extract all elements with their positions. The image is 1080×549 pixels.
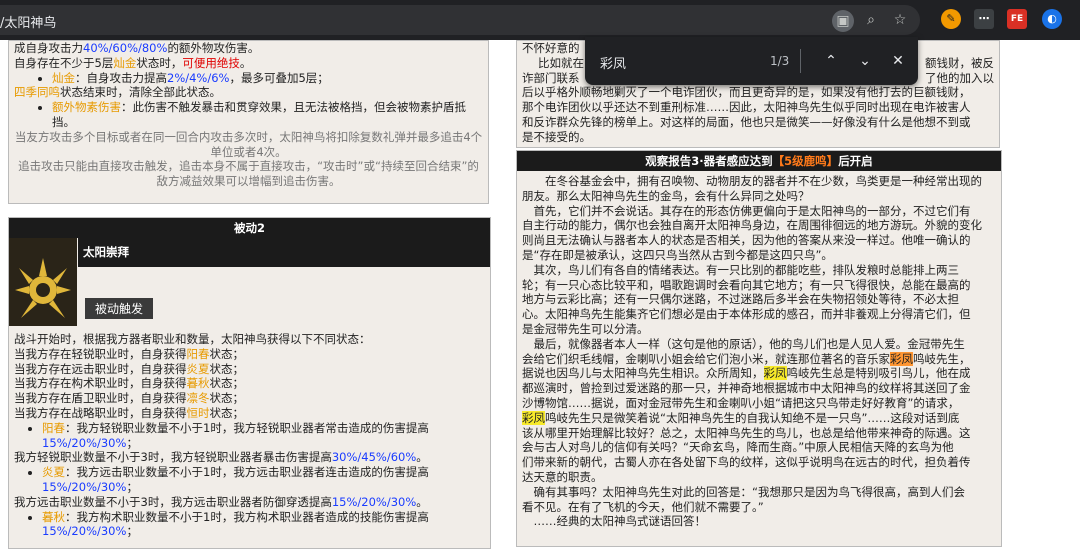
story-line: 都巡演时，曾捡到过爱迷路的那一只，并神奇地根据城市中太阳神鸟的纹样将其送回了金 (522, 381, 971, 396)
find-close-icon[interactable]: ✕ (888, 51, 908, 71)
list-item: 额外物素伤害：此伤害不触发暴击和贯穿效果，且无法被格挡，但会被物素护盾抵挡。 (52, 100, 483, 130)
story-line: 后以乎格外顺畅地剿灭了一个电诈团伙，而且更奇异的是，如果没有他打去的巨额钱财， (522, 85, 971, 100)
list-item: 暮秋：我方构术职业数量不小于1时，我方构术职业器者造成的技能伤害提高15%/20… (42, 510, 485, 540)
report-header: 观察报告3·器者感应达到【5级鹿鸣】后开启 (517, 151, 1001, 171)
story-line: 彩凤鸣岐先生只是微笑着说“太阳神鸟先生的自我认知绝不是一只鸟”……这段对话到底 (522, 410, 960, 425)
story-line: 自主行动的能力，偶尔也会独自离开太阳神鸟身边，在周围徘徊远的地方游玩。外貌的变化 (522, 218, 982, 233)
story-line: 则尚且无法确认与器者本人的状态是否相关，因为他的答案从来没一样过。他唯一确认的 (522, 233, 971, 248)
story-line: 那个电诈团伙以乎还达不到重刑标准……因此，太阳神鸟先生似乎同时出现在电诈被害人 (522, 100, 971, 115)
skill-details-panel: 成自身攻击力40%/60%/80%的额外物攻伤害。 自身存在不少于5层灿金状态时… (8, 40, 489, 204)
state-line: 我方远击职业数量不小于3时，我方远击职业器者防御穿透提高15%/20%/30%。 (14, 494, 428, 509)
story-line: 达天意的职责。 (522, 469, 603, 484)
bookmark-star-icon[interactable]: ☆ (890, 10, 910, 30)
find-bar: 彩凤 1/3 ⌃ ⌄ ✕ (585, 37, 918, 85)
list-item: 炎夏：我方远击职业数量不小于1时，我方远击职业器者连击造成的伤害提高15%/20… (42, 465, 485, 495)
skill-info: 太阳崇拜 被动触发 (9, 238, 490, 328)
state-line: 当我方存在盾卫职业时，自身获得凛冬状态； (14, 391, 244, 406)
skill-line-2: 自身存在不少于5层灿金状态时，可便用绝技。 (14, 55, 252, 70)
list-item: 阳春：我方轻锐职业数量不小于1时，我方轻锐职业器者常击造成的伤害提高15%/20… (42, 421, 485, 451)
story-line: 最后，就像器者本人一样（这句是他的原话），他的鸟儿们也是人见人爱。金冠带先生 (533, 336, 965, 351)
story-line: 首先，它们并不会说话。其存在的形态仿佛更偏向于是太阳神鸟的一部分，不过它们有 (533, 203, 971, 218)
story-line: 据说也因鸟儿与太阳神鸟先生相识。众所周知，彩凤鸣岐先生总是特别吸引鸟儿，他在成 (522, 366, 971, 381)
story-line: 其次，鸟儿们有各自的情绪表达。有一只比别的都能吃些，排队发粮时总能排上两三 (533, 262, 960, 277)
extension-fe-icon[interactable]: FE (1007, 9, 1027, 29)
story-line: 和反诈群众先锋的榜单上。对这样的局面，他也只是微笑——好像没有什么是他想不到或 (522, 114, 971, 129)
story-line: 看不见。在有了飞机的今天，他们就不需要了。” (522, 499, 764, 514)
note-text: 当友方攻击多个目标或者在同一回合内攻击多次时，太阳神鸟将扣除复数礼弹并最多追击4… (14, 129, 483, 159)
passive-description: 战斗开始时，根据我方器者职业和数量，太阳神鸟获得以下不同状态： 当我方存在轻锐职… (9, 328, 490, 539)
address-url[interactable]: /太阳神鸟 (0, 12, 56, 31)
address-bar[interactable]: /太阳神鸟 ▣ ⌕ ☆ (0, 5, 920, 35)
story-line: 朋友。那么太阳神鸟先生的金鸟，会有什么异同之处吗？ (522, 188, 810, 203)
reader-mode-icon[interactable]: ▣ (832, 10, 854, 32)
state-line: 当我方存在构术职业时，自身获得暮秋状态； (14, 376, 244, 391)
find-next-icon[interactable]: ⌄ (855, 51, 875, 71)
story-line: 会给它们织毛线帽，金喇叭小姐会给它们泡小米，就连那位著名的音乐家彩凤鸣岐先生， (522, 351, 971, 366)
passive-skill-panel: 被动2 太阳崇拜 被动触发 战斗开始时，根据我方器者职业和数量，太阳神鸟获得以下… (8, 217, 491, 549)
find-match: 彩凤 (763, 366, 787, 381)
story-line: 们带来新的朝代，古蜀人亦在各处留下鸟的纹样，这似乎说明鸟在远古的时代，担负着传 (522, 455, 971, 470)
find-previous-icon[interactable]: ⌃ (821, 51, 841, 71)
extension-menu-icon[interactable]: ⋯ (974, 9, 994, 29)
find-match-current: 彩凤 (890, 351, 913, 366)
report-body: 在冬谷基金会中，拥有召唤物、动物朋友的器者并不在少数，鸟类更是一种经常出现的 朋… (517, 171, 1001, 529)
state-line: 我方轻锐职业数量不小于3时，我方轻锐职业器者暴击伤害提高30%/45%/60%。 (14, 450, 428, 465)
passive-intro: 战斗开始时，根据我方器者职业和数量，太阳神鸟获得以下不同状态： (14, 332, 371, 346)
skill-line-3: 四季同鸣状态结束时，清除全部此状态。 (14, 85, 221, 100)
find-match-count: 1/3 (770, 54, 790, 68)
skill-line-1: 成自身攻击力40%/60%/80%的额外物攻伤害。 (14, 41, 260, 55)
story-line: 轮；有一只心态比较平和，唱歌跑调时会看向其它地方；有一只飞得很快，总能在最高的 (522, 277, 971, 292)
state-line: 当我方存在战略职业时，自身获得恒时状态； (14, 405, 244, 420)
story-line: 在冬谷基金会中，拥有召唤物、动物朋友的器者并不在少数，鸟类更是一种经常出现的 (545, 174, 982, 188)
state-line: 当我方存在远击职业时，自身获得炎夏状态； (14, 361, 244, 376)
story-line: ……经典的太阳神鸟式谜语回答！ (533, 514, 707, 529)
extension-badge-icon[interactable]: ◐ (1042, 9, 1062, 29)
find-input[interactable]: 彩凤 (600, 53, 626, 72)
section-header: 被动2 (9, 218, 490, 238)
story-line: 沙博物馆……据说，面对金冠带先生和金喇叭小姐“请把这只鸟带走好好教育”的请求， (522, 395, 960, 410)
skill-tag-badge: 被动触发 (85, 298, 154, 319)
story-line: 是金冠带先生可以分清。 (522, 321, 649, 336)
extension-icon[interactable]: ✎ (941, 9, 961, 29)
page-right-margin (1050, 40, 1080, 539)
story-line: 地方与云彩比高；还有一只偶尔迷路，不过迷路后多半会在失物招领处等待，不必太担 (522, 292, 959, 307)
story-line: 会与古人对鸟儿的信仰有关吗？“天命玄鸟，降而生商。”中原人民相信天降的玄鸟为他 (522, 440, 954, 455)
skill-name: 太阳崇拜 (78, 238, 490, 267)
skill-icon (9, 238, 77, 326)
story-line: 是不接受的。 (522, 129, 591, 144)
observation-report-panel: 观察报告3·器者感应达到【5级鹿鸣】后开启 在冬谷基金会中，拥有召唤物、动物朋友… (516, 150, 1002, 547)
list-item: 灿金：自身攻击力提高2%/4%/6%，最多可叠加5层； (52, 71, 483, 86)
story-line: 心。太阳神鸟先生能集齐它们想必是由于本体形成的感召，而并非養观上分得清它们，但 (522, 307, 971, 322)
story-line: 确有其事吗？太阳神鸟先生对此的回答是：“我想那只是因为鸟飞得很高，高到人们会 (533, 484, 965, 499)
find-match: 彩凤 (522, 410, 545, 425)
story-line: 是“存在即是被承认，这四只鸟当然从古到今都是这四只鸟”。 (522, 247, 833, 262)
note-text: 追击攻击只能由直接攻击触发，追击本身不属于直接攻击，“攻击时”或“持续至回合结束… (18, 159, 479, 189)
zoom-icon[interactable]: ⌕ (861, 10, 881, 30)
story-line: 该从哪里开始理解比较好？总之，太阳神鸟先生的鸟儿，也总是给他带来神奇的际遇。这 (522, 425, 971, 440)
find-divider (800, 49, 801, 73)
browser-toolbar: /太阳神鸟 ▣ ⌕ ☆ ✎ ⋯ FE ◐ (0, 0, 1080, 40)
state-line: 当我方存在轻锐职业时，自身获得阳春状态； (14, 346, 244, 361)
